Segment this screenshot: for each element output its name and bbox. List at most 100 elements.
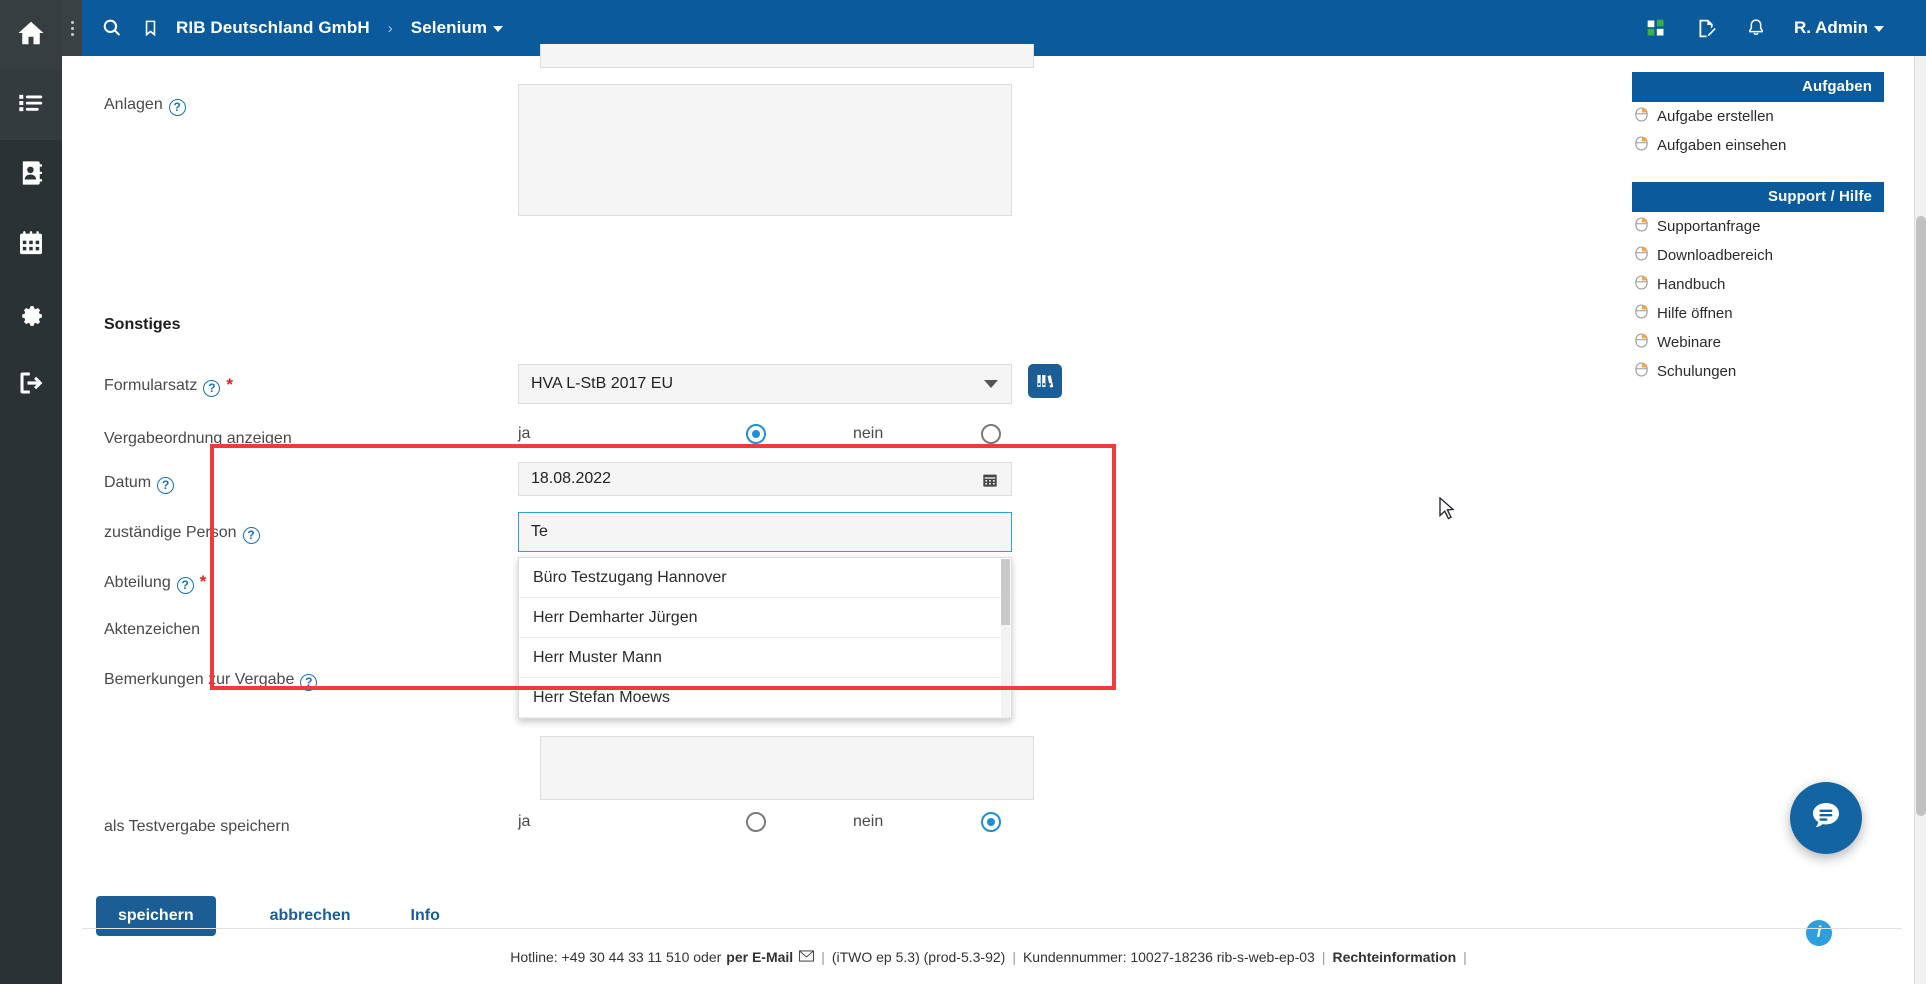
help-icon[interactable]: ? [242,526,260,544]
list-icon [17,89,45,122]
drag-dots-icon [70,20,74,36]
previous-field-partial[interactable] [540,44,1034,68]
mouse-click-icon [1635,246,1648,265]
field-formularsatz: HVA L-StB 2017 EU [518,364,1062,404]
sidebar-item-contacts[interactable] [0,140,62,210]
footer-hotline: Hotline: +49 30 44 33 11 510 oder [510,948,722,965]
radio-vergabeordnung-nein[interactable] [981,424,1001,444]
sidebar-item-list[interactable] [0,70,62,140]
autocomplete-option[interactable]: Herr Demharter Jürgen [519,598,1011,638]
apps-grid-icon[interactable] [1644,16,1668,40]
sidebar-item-settings[interactable] [0,280,62,350]
radio-testvergabe-nein[interactable] [981,812,1001,832]
bookmark-icon[interactable] [138,16,162,40]
label-zustaendige-person: zuständige Person? [82,512,412,544]
radio-label-ja: ja [518,813,531,830]
breadcrumb-project[interactable]: Selenium [411,18,504,38]
help-icon[interactable]: ? [168,98,186,116]
label-aktenzeichen: Aktenzeichen [104,621,201,638]
sidebar [0,0,62,984]
radio-group-vergabeordnung: ja nein [518,418,1001,444]
label-bemerkungen: Bemerkungen zur Vergabe? [82,659,412,691]
search-icon[interactable] [100,16,124,40]
footer-separator: | [1321,948,1326,965]
help-icon[interactable]: ? [157,476,175,494]
home-icon [16,18,46,53]
chat-button[interactable] [1790,782,1862,854]
chevron-down-icon [493,25,504,32]
calendar-icon [17,229,45,262]
panel-item-webinare[interactable]: Webinare [1632,328,1884,357]
envelope-icon[interactable] [793,949,815,965]
field-row-abteilung: Abteilung? * [82,561,412,615]
footer-legal-link[interactable]: Rechteinformation [1332,949,1456,965]
panel-item-label: Supportanfrage [1657,218,1761,235]
info-button[interactable]: Info [405,906,446,926]
panel-item-aufgaben-einsehen[interactable]: Aufgaben einsehen [1632,131,1884,160]
sidebar-item-home[interactable] [0,0,62,70]
panel-item-handbuch[interactable]: Handbuch [1632,270,1884,299]
help-icon[interactable]: ? [300,673,318,691]
logout-icon [17,369,45,402]
zustaendige-person-input[interactable]: Te [518,512,1012,552]
note-edit-icon[interactable] [1694,16,1718,40]
field-row-bemerkungen: Bemerkungen zur Vergabe? [82,659,412,713]
autocomplete-scrollbar[interactable] [1001,559,1010,717]
field-datum: 18.08.2022 [518,462,1012,496]
panel-header-support: Support / Hilfe [1632,182,1884,212]
panel-header-tasks: Aufgaben [1632,72,1884,102]
anlagen-textarea[interactable] [518,84,1012,216]
panel-item-label: Schulungen [1657,363,1737,380]
window-scrollbar[interactable] [1914,56,1926,984]
mouse-click-icon [1635,362,1648,381]
field-row-formularsatz: Formularsatz? * HVA L-StB 2017 EU [82,364,1062,418]
cancel-button[interactable]: abbrechen [264,906,357,926]
field-zustaendige-person: Te Büro Testzugang Hannover Herr Demhart… [518,512,1012,719]
field-row-datum: Datum? 18.08.2022 [82,462,1012,516]
panel-item-supportanfrage[interactable]: Supportanfrage [1632,212,1884,241]
label-datum: Datum? [82,462,412,494]
panel-item-label: Hilfe öffnen [1657,305,1733,322]
right-panel: Aufgaben Aufgabe erstellen Aufgaben eins… [1632,72,1884,386]
help-icon[interactable]: ? [203,379,221,397]
binders-icon[interactable] [1028,364,1062,398]
mouse-click-icon [1635,275,1648,294]
user-menu[interactable]: R. Admin [1794,18,1884,38]
radio-vergabeordnung-ja[interactable] [746,424,766,444]
rail-drag-handle[interactable] [62,0,82,56]
scrollbar-thumb[interactable] [1916,216,1926,816]
panel-item-aufgabe-erstellen[interactable]: Aufgabe erstellen [1632,102,1884,131]
bemerkungen-textarea[interactable] [540,736,1034,800]
radio-testvergabe-ja[interactable] [746,812,766,832]
footer: Hotline: +49 30 44 33 11 510 oder per E-… [82,928,1902,984]
calendar-icon[interactable] [982,472,998,493]
breadcrumb-company[interactable]: RIB Deutschland GmbH [176,18,370,38]
field-row-aktenzeichen: Aktenzeichen [82,609,412,663]
field-row-testvergabe: als Testvergabe speichern ja nein [82,806,1001,860]
footer-version: (iTWO ep 5.3) (prod-5.3-92) [831,948,1006,965]
formularsatz-select[interactable]: HVA L-StB 2017 EU [518,364,1012,404]
bell-icon[interactable] [1744,16,1768,40]
field-row-anlagen: Anlagen? [82,84,1012,216]
sidebar-item-calendar[interactable] [0,210,62,280]
autocomplete-option[interactable]: Büro Testzugang Hannover [519,558,1011,598]
footer-email-link[interactable]: per E-Mail [721,949,793,965]
label-abteilung: Abteilung? * [104,572,207,594]
panel-item-hilfe-oeffnen[interactable]: Hilfe öffnen [1632,299,1884,328]
page-content: Anlagen? Sonstiges Formularsatz? * HVA L-… [82,44,1914,984]
chevron-down-icon [984,380,998,388]
datum-input[interactable]: 18.08.2022 [518,462,1012,496]
sidebar-item-logout[interactable] [0,350,62,420]
mouse-click-icon [1635,333,1648,352]
panel-item-downloadbereich[interactable]: Downloadbereich [1632,241,1884,270]
panel-item-schulungen[interactable]: Schulungen [1632,357,1884,386]
mouse-click-icon [1635,107,1648,126]
autocomplete-option[interactable]: Herr Muster Mann [519,638,1011,678]
radio-label-nein: nein [853,813,884,830]
mouse-click-icon [1635,304,1648,323]
gear-icon [17,299,45,332]
panel-item-label: Aufgaben einsehen [1657,137,1787,154]
help-icon[interactable]: ? [176,576,194,594]
panel-item-label: Handbuch [1657,276,1726,293]
autocomplete-option[interactable]: Herr Stefan Moews [519,678,1011,718]
